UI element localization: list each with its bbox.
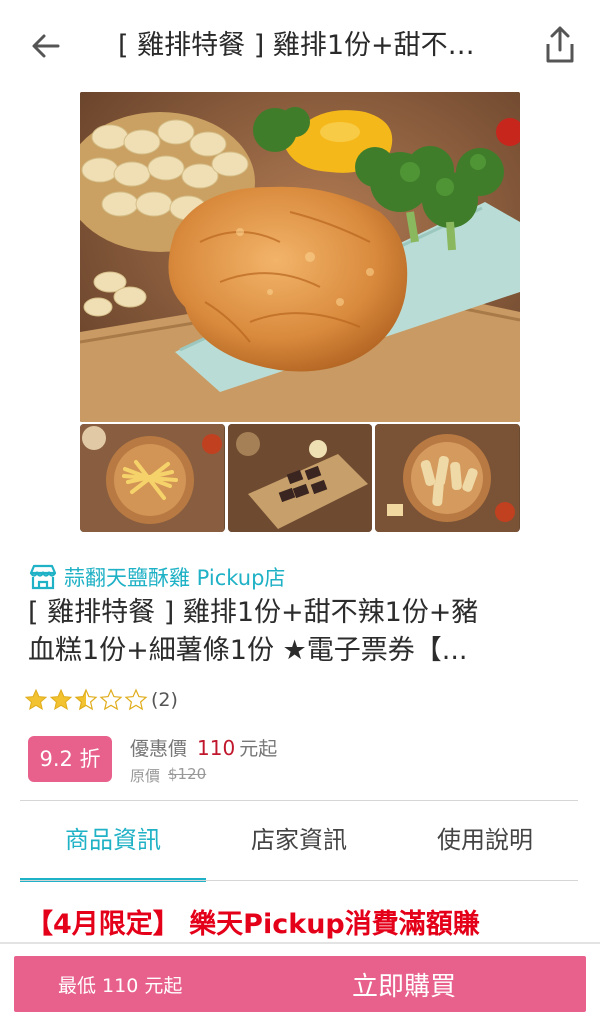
sale-price-value: 110: [197, 736, 236, 760]
store-icon: [29, 564, 57, 590]
star-full-icon: [24, 688, 48, 711]
thumbnail-tempura[interactable]: [375, 424, 521, 532]
star-full-icon: [49, 688, 73, 711]
buy-bar: 最低 110 元起 立即購買: [14, 956, 586, 1012]
app-header: [ 雞排特餐 ] 雞排1份+甜不辣1份+豬血糕1份+細薯條1份 ★電子票券【..…: [0, 0, 600, 92]
image-thumbnails: [80, 424, 521, 532]
tab-underline-divider: [20, 880, 578, 881]
product-title: [ 雞排特餐 ] 雞排1份+甜不辣1份+豬 血糕1份+細薯條1份 ★電子票券【.…: [28, 594, 568, 670]
detail-tabs: 商品資訊 店家資訊 使用說明: [20, 804, 578, 882]
thumbnail-pig-blood-cake[interactable]: [227, 424, 373, 532]
original-price-value: $120: [168, 765, 207, 783]
thumbnail-fries[interactable]: [80, 424, 225, 532]
tab-store-info[interactable]: 店家資訊: [206, 804, 392, 880]
discount-badge: 9.2 折: [28, 736, 112, 782]
star-empty-icon: [99, 688, 123, 711]
product-main-image[interactable]: [80, 92, 520, 422]
tab-usage-instructions[interactable]: 使用說明: [392, 804, 578, 880]
tab-product-info[interactable]: 商品資訊: [20, 804, 206, 882]
rating-count: (2): [151, 689, 178, 711]
rating[interactable]: (2): [24, 688, 178, 712]
divider: [20, 800, 578, 801]
price-info: 優惠價 110 元起 原價 $120: [130, 734, 277, 786]
buy-now-button[interactable]: 立即購買: [234, 966, 586, 1003]
product-title-line-2: 血糕1份+細薯條1份 ★電子票券【...: [28, 635, 468, 666]
promo-banner-text: 【4月限定】 樂天Pickup消費滿額賺: [26, 909, 480, 940]
sale-price-unit: 元起: [239, 738, 278, 760]
min-price-label: 最低 110 元起: [58, 974, 183, 997]
store-name: 蒜翻天鹽酥雞 Pickup店: [64, 566, 286, 590]
store-link[interactable]: 蒜翻天鹽酥雞 Pickup店: [28, 562, 285, 592]
back-arrow-icon[interactable]: [28, 28, 64, 64]
page-title: [ 雞排特餐 ] 雞排1份+甜不辣1份+豬血糕1份+細薯條1份 ★電子票券【..…: [118, 30, 498, 61]
original-price-label: 原價: [130, 767, 161, 785]
sale-price-label: 優惠價: [130, 738, 188, 760]
star-half-icon: [74, 688, 98, 711]
product-title-line-1: [ 雞排特餐 ] 雞排1份+甜不辣1份+豬: [28, 597, 479, 628]
bottom-separator: [0, 942, 600, 944]
star-empty-icon: [124, 688, 148, 711]
share-icon[interactable]: [540, 24, 580, 66]
